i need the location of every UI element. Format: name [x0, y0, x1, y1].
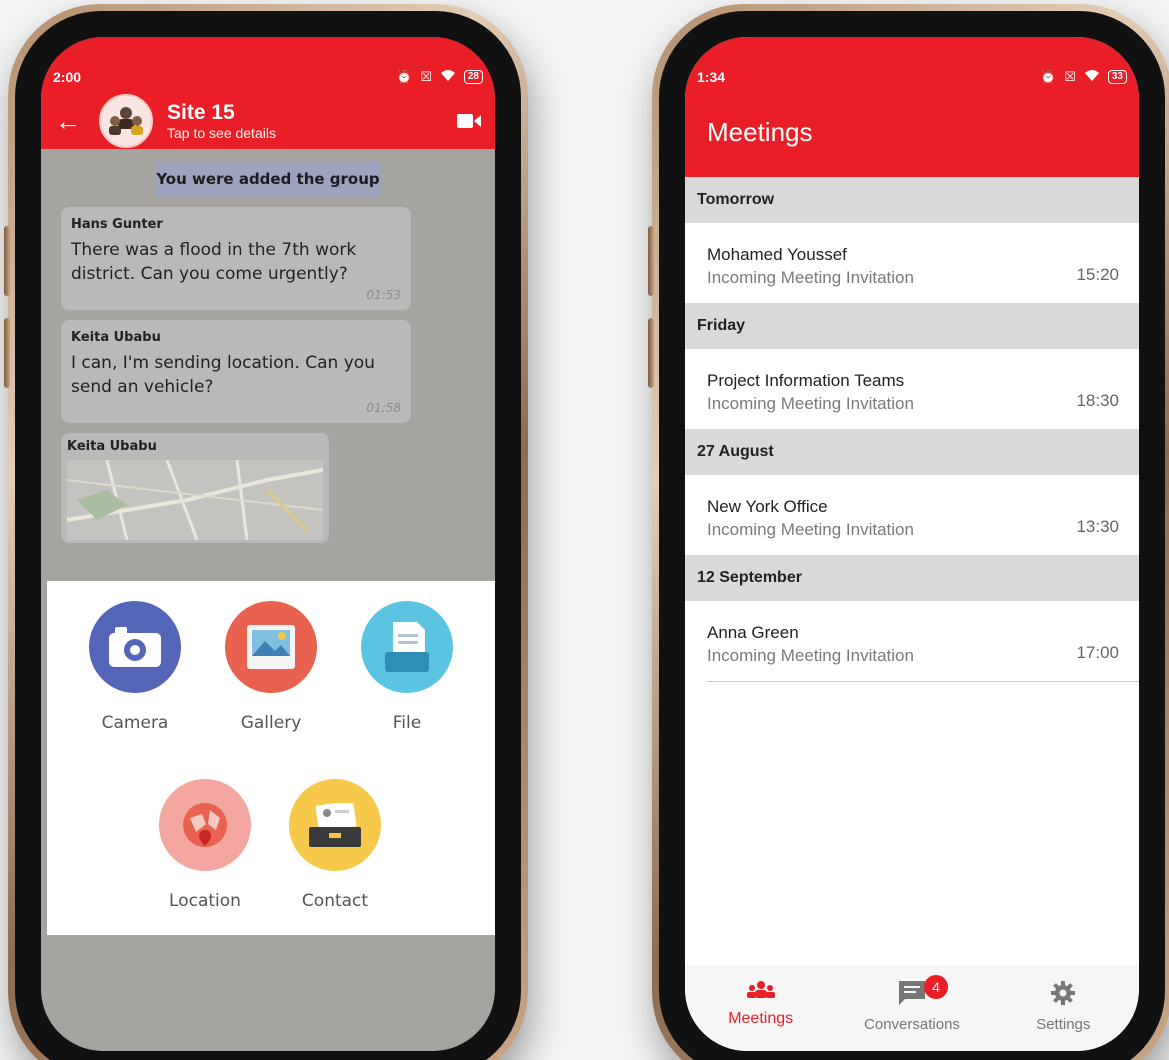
attach-gallery[interactable]: Gallery — [211, 601, 331, 733]
message-text: There was a flood in the 7th work distri… — [71, 240, 357, 284]
meeting-item[interactable]: New York Office Incoming Meeting Invitat… — [685, 475, 1139, 555]
alarm-icon: ⏰ — [1040, 69, 1057, 84]
camera-icon — [89, 601, 181, 693]
group-avatar[interactable] — [99, 94, 153, 148]
battery-icon: 33 — [1107, 70, 1127, 84]
contact-icon — [289, 779, 381, 871]
group-name: Site 15 — [167, 101, 235, 124]
meeting-name: Project Information Teams — [707, 371, 905, 390]
section-header: Tomorrow — [685, 177, 1139, 223]
map-thumbnail[interactable] — [66, 459, 324, 541]
attach-location[interactable]: Location — [145, 779, 265, 911]
bottom-nav: Meetings 4 Conversations Settings — [685, 965, 1139, 1051]
meeting-item[interactable]: Project Information Teams Incoming Meeti… — [685, 349, 1139, 429]
nav-label: Conversations — [864, 1016, 960, 1033]
chat-header: ← Site 15 Tap to see details — [41, 93, 495, 149]
divider — [707, 681, 1139, 682]
gallery-icon — [225, 601, 317, 693]
meeting-desc: Incoming Meeting Invitation — [707, 394, 914, 413]
nav-meetings[interactable]: Meetings — [691, 981, 831, 1028]
status-bar: 2:00 ⏰ ☒ 28 — [41, 37, 495, 93]
meeting-desc: Incoming Meeting Invitation — [707, 268, 914, 287]
message-time: 01:58 — [366, 401, 401, 415]
nav-settings[interactable]: Settings — [993, 981, 1133, 1033]
people-icon — [746, 981, 775, 1003]
status-time: 2:00 — [53, 69, 82, 85]
meeting-time: 13:30 — [1076, 517, 1119, 536]
volume-button — [4, 226, 10, 296]
battery-icon: 28 — [463, 70, 483, 84]
gear-icon — [1051, 981, 1076, 1009]
wifi-icon — [1084, 69, 1100, 85]
attach-label: Location — [169, 891, 241, 911]
meeting-desc: Incoming Meeting Invitation — [707, 646, 914, 665]
message-time: 01:53 — [366, 288, 401, 302]
meeting-name: Anna Green — [707, 623, 799, 642]
attachment-sheet: Camera Gallery File Location Contact — [47, 581, 495, 935]
meeting-time: 17:00 — [1076, 643, 1119, 662]
attach-label: File — [392, 713, 422, 733]
file-icon — [361, 601, 453, 693]
meeting-item[interactable]: Mohamed Youssef Incoming Meeting Invitat… — [685, 223, 1139, 303]
wifi-icon — [440, 69, 456, 85]
meeting-desc: Incoming Meeting Invitation — [707, 520, 914, 539]
meeting-time: 15:20 — [1076, 265, 1119, 284]
meeting-item[interactable]: Anna Green Incoming Meeting Invitation 1… — [685, 601, 1139, 681]
location-message[interactable]: Keita Ubabu — [61, 433, 329, 543]
unread-badge: 4 — [923, 975, 948, 999]
message-sender: Hans Gunter — [71, 217, 163, 232]
video-call-icon[interactable] — [457, 113, 481, 134]
volume-button — [648, 226, 654, 296]
sim-icon: ☒ — [1064, 69, 1076, 84]
attach-camera[interactable]: Camera — [75, 601, 195, 733]
meeting-name: New York Office — [707, 497, 828, 516]
chat-icon — [898, 981, 925, 1009]
volume-button — [648, 318, 654, 388]
group-info[interactable]: Site 15 Tap to see details — [167, 101, 276, 141]
attach-label: Contact — [301, 891, 369, 911]
message-bubble[interactable]: Keita Ubabu I can, I'm sending location.… — [61, 320, 411, 423]
message-bubble[interactable]: Hans Gunter There was a flood in the 7th… — [61, 207, 411, 310]
phone-meetings: 1:34 ⏰ ☒ 33 Meetings Tomorrow Mohamed Yo… — [652, 4, 1169, 1060]
meetings-screen: 1:34 ⏰ ☒ 33 Meetings Tomorrow Mohamed Yo… — [685, 37, 1139, 1051]
alarm-icon: ⏰ — [396, 69, 413, 84]
group-subtitle: Tap to see details — [167, 125, 276, 141]
section-header: 12 September — [685, 555, 1139, 601]
message-sender: Keita Ubabu — [67, 439, 157, 454]
meeting-name: Mohamed Youssef — [707, 245, 847, 264]
back-arrow-icon[interactable]: ← — [55, 106, 81, 137]
message-text: I can, I'm sending location. Can you sen… — [71, 353, 375, 397]
sim-icon: ☒ — [420, 69, 432, 84]
location-icon — [159, 779, 251, 871]
nav-label: Settings — [1036, 1016, 1091, 1033]
attach-label: Camera — [101, 713, 169, 733]
phone-chat: 2:00 ⏰ ☒ 28 ← Site 15 Tap to see details… — [8, 4, 528, 1060]
attach-label: Gallery — [240, 713, 302, 733]
meeting-time: 18:30 — [1076, 391, 1119, 410]
status-bar: 1:34 ⏰ ☒ 33 — [685, 37, 1139, 93]
nav-label: Meetings — [728, 1010, 794, 1027]
attach-contact[interactable]: Contact — [275, 779, 395, 911]
nav-conversations[interactable]: 4 Conversations — [842, 975, 982, 1033]
attach-file[interactable]: File — [347, 601, 467, 733]
page-title: Meetings — [707, 117, 813, 147]
system-message: You were added the group — [155, 161, 381, 197]
section-header: Friday — [685, 303, 1139, 349]
volume-button — [4, 318, 10, 388]
message-sender: Keita Ubabu — [71, 330, 161, 345]
section-header: 27 August — [685, 429, 1139, 475]
chat-screen: 2:00 ⏰ ☒ 28 ← Site 15 Tap to see details… — [41, 37, 495, 1051]
status-time: 1:34 — [697, 69, 726, 85]
